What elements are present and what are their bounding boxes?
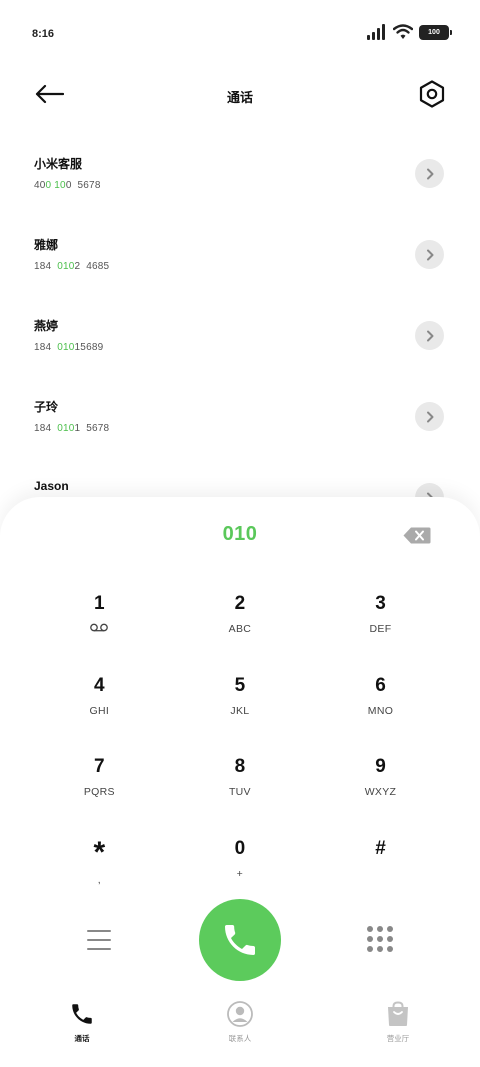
number-segment: 184 bbox=[34, 342, 58, 353]
status-bar: 8:16 100 bbox=[0, 0, 480, 66]
tab-store-label: 营业厅 bbox=[386, 1034, 410, 1043]
key-letters: JKL bbox=[230, 704, 250, 717]
number-segment: 1 5678 bbox=[74, 423, 110, 434]
key-digit: 2 bbox=[234, 593, 246, 614]
tab-calls[interactable]: 通话 bbox=[32, 1001, 132, 1044]
key-digit: 4 bbox=[94, 674, 105, 696]
contact-name: 子玲 bbox=[34, 400, 59, 414]
contact-row[interactable]: Jason bbox=[0, 459, 480, 500]
backspace-icon bbox=[403, 527, 431, 543]
contact-row[interactable]: 小米客服 400 100 5678 bbox=[0, 135, 480, 216]
matched-digits: 10 bbox=[54, 180, 66, 191]
key-letters: MNO bbox=[367, 704, 394, 717]
contact-name: 雅娜 bbox=[34, 238, 59, 252]
contact-number: 184 01015689 bbox=[34, 342, 103, 353]
contact-detail-button[interactable] bbox=[415, 240, 444, 269]
contact-detail-button[interactable] bbox=[415, 321, 444, 350]
key-1[interactable]: 1 bbox=[29, 587, 170, 669]
key-letters: GHI bbox=[89, 704, 110, 717]
backspace-button[interactable] bbox=[402, 525, 432, 545]
bottom-tab-bar: 通话 联系人 营业厅 bbox=[0, 997, 480, 1067]
key-digit: 1 bbox=[94, 593, 105, 614]
key-letters: DEF bbox=[369, 623, 392, 635]
key-digit: 3 bbox=[375, 593, 386, 614]
phone-icon bbox=[72, 1004, 92, 1024]
matched-digits: 010 bbox=[57, 423, 75, 434]
number-segment: 184 bbox=[34, 261, 58, 272]
keypad: 1 2 ABC 3 DEF 4 GHI 5 JKL 6 MNO 7 PQRS 8 TUV 9 WXYZ *, 0 + # bbox=[29, 587, 451, 913]
key-letters: + bbox=[236, 867, 244, 880]
contact-number: 400 100 5678 bbox=[34, 180, 101, 191]
battery-icon: 100 bbox=[419, 24, 452, 40]
shopping-bag-icon bbox=[388, 1001, 408, 1026]
chevron-right-icon bbox=[426, 330, 433, 341]
key-digit: # bbox=[375, 837, 386, 859]
contact-row[interactable]: 燕婷 184 01015689 bbox=[0, 297, 480, 378]
call-button[interactable] bbox=[199, 899, 281, 981]
tab-calls-label: 通话 bbox=[74, 1034, 90, 1043]
number-segment: 15689 bbox=[74, 342, 104, 353]
matched-digits: 010 bbox=[57, 261, 75, 272]
menu-button[interactable] bbox=[87, 930, 111, 950]
tab-contacts[interactable]: 联系人 bbox=[190, 1001, 290, 1044]
key-digit: * bbox=[93, 835, 106, 869]
settings-hexagon-icon bbox=[419, 80, 445, 108]
settings-button[interactable] bbox=[418, 79, 446, 109]
contact-name: Jason bbox=[34, 479, 69, 493]
key-4[interactable]: 4 GHI bbox=[29, 669, 170, 751]
contact-number: 184 0102 4685 bbox=[34, 261, 109, 272]
number-segment: 40 bbox=[34, 180, 46, 191]
contact-detail-button[interactable] bbox=[415, 159, 444, 188]
key-letters: WXYZ bbox=[364, 786, 397, 798]
dialer-panel: 010 1 2 ABC 3 DEF 4 GHI 5 JKL 6 MNO 7 PQRS 8 TUV 9 WXYZ *… bbox=[0, 497, 480, 1067]
wifi-icon bbox=[393, 24, 413, 39]
contact-row[interactable]: 雅娜 184 0102 4685 bbox=[0, 216, 480, 297]
contact-number: 184 0101 5678 bbox=[34, 423, 109, 434]
contact-icon bbox=[227, 1001, 253, 1027]
header: 通话 bbox=[0, 66, 480, 122]
tab-store[interactable]: 营业厅 bbox=[348, 1001, 448, 1044]
key-6[interactable]: 6 MNO bbox=[310, 669, 451, 751]
key-digit: 8 bbox=[234, 756, 246, 777]
tab-contacts-label: 联系人 bbox=[228, 1034, 252, 1043]
chevron-right-icon bbox=[426, 168, 433, 179]
key-letters: ABC bbox=[228, 623, 252, 635]
status-time: 8:16 bbox=[32, 28, 55, 40]
key-3[interactable]: 3 DEF bbox=[310, 587, 451, 669]
key-digit: 7 bbox=[94, 756, 105, 777]
key-digit: 9 bbox=[375, 756, 386, 777]
key-digit: 0 bbox=[234, 837, 246, 859]
key-9[interactable]: 9 WXYZ bbox=[310, 750, 451, 832]
key-letters: , bbox=[97, 873, 101, 886]
page-title: 通话 bbox=[226, 90, 253, 105]
contact-name: 小米客服 bbox=[34, 157, 83, 171]
chevron-right-icon bbox=[426, 411, 433, 422]
keypad-toggle-button[interactable] bbox=[367, 926, 393, 952]
phone-icon bbox=[225, 925, 255, 955]
key-digit: 5 bbox=[234, 674, 246, 696]
key-7[interactable]: 7 PQRS bbox=[29, 750, 170, 832]
matched-digits: 010 bbox=[57, 342, 75, 353]
number-segment: 184 bbox=[34, 423, 58, 434]
key-letters: PQRS bbox=[83, 786, 115, 798]
dialer-actions bbox=[0, 897, 480, 981]
key-5[interactable]: 5 JKL bbox=[170, 669, 311, 751]
contact-detail-button[interactable] bbox=[415, 402, 444, 431]
key-8[interactable]: 8 TUV bbox=[170, 750, 311, 832]
contact-name: 燕婷 bbox=[34, 319, 59, 333]
number-segment: 2 4685 bbox=[74, 261, 110, 272]
chevron-right-icon bbox=[426, 249, 433, 260]
key-letters: TUV bbox=[228, 786, 251, 798]
voicemail-icon bbox=[90, 623, 109, 636]
status-icons: 100 bbox=[367, 24, 452, 40]
key-digit: 6 bbox=[375, 674, 386, 696]
contact-list: 小米客服 400 100 5678 雅娜 184 0102 4685 燕婷 184 010… bbox=[0, 135, 480, 500]
key-2[interactable]: 2 ABC bbox=[170, 587, 311, 669]
signal-icon bbox=[367, 24, 385, 40]
number-segment: 0 5678 bbox=[65, 180, 101, 191]
contact-row[interactable]: 子玲 184 0101 5678 bbox=[0, 378, 480, 459]
